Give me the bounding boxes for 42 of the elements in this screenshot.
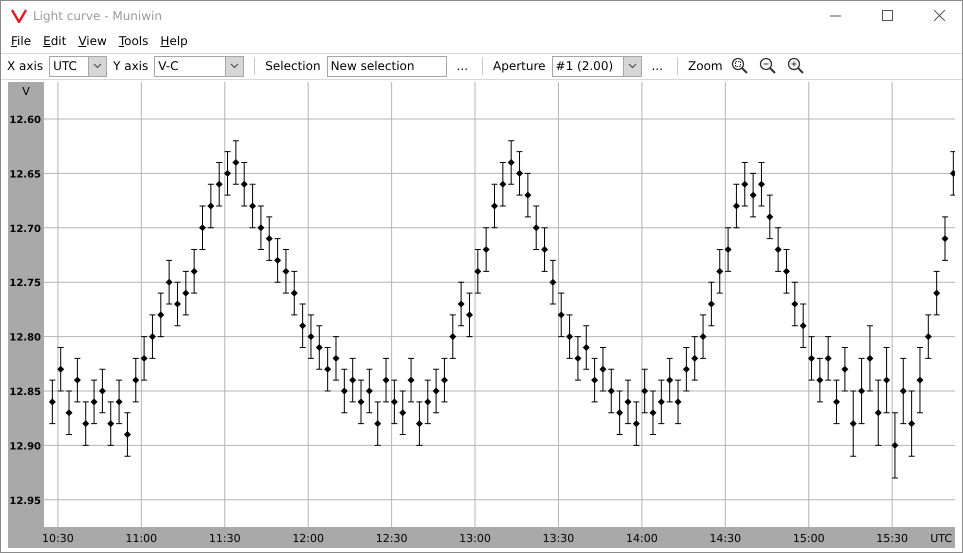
y-tick-label: 12.70 [9, 224, 41, 235]
aperture-label: Aperture [493, 59, 546, 74]
close-icon [934, 10, 944, 21]
x-tick-label: 13:00 [459, 532, 491, 545]
x-tick-label: 15:00 [792, 532, 825, 545]
x-tick-label: 15:30 [876, 532, 908, 545]
x-tick-label: 12:00 [292, 532, 324, 545]
zoom-label: Zoom [688, 59, 723, 74]
x-axis-label: X axis [7, 59, 44, 74]
x-tick-label: 10:30 [42, 532, 74, 545]
y-tick-label: 12.80 [9, 332, 41, 344]
selection-label: Selection [265, 59, 321, 74]
aperture-more-button[interactable]: ... [648, 59, 667, 74]
y-axis-title: V [22, 85, 30, 98]
y-tick-label: 12.75 [9, 278, 41, 290]
maximize-icon [882, 10, 892, 21]
y-tick-label: 12.65 [9, 169, 41, 180]
x-tick-label: 14:00 [626, 532, 658, 545]
app-logo-icon [11, 8, 27, 22]
menu-item[interactable]: Edit [37, 34, 72, 48]
y-axis-dropdown[interactable]: V-C [154, 56, 244, 77]
aperture-dropdown[interactable]: #1 (2.00) [552, 56, 642, 77]
x-tick-label: 12:30 [376, 532, 408, 545]
y-tick-label: 12.95 [9, 496, 41, 507]
selection-more-button[interactable]: ... [452, 59, 472, 74]
x-tick-label: 11:00 [125, 532, 158, 545]
x-tick-label: 11:30 [208, 532, 241, 545]
y-tick-label: 12.90 [9, 441, 41, 452]
menu-item[interactable]: Help [154, 34, 194, 48]
minimize-icon [830, 14, 840, 16]
x-tick-label: 14:30 [709, 532, 742, 545]
window-title: Light curve - Muniwin [33, 8, 163, 22]
menu-item[interactable]: Tools [112, 34, 154, 48]
y-tick-label: 12.85 [9, 387, 41, 398]
menu-item[interactable]: View [72, 34, 113, 48]
x-tick-label: 13:30 [542, 532, 574, 545]
y-axis-label: Y axis [113, 59, 148, 74]
y-tick-label: 12.60 [9, 115, 41, 126]
x-axis-dropdown[interactable]: UTC [49, 56, 108, 77]
menu-item[interactable]: File [5, 34, 38, 48]
x-axis-title: UTC [930, 532, 952, 545]
selection-field[interactable]: New selection [326, 56, 447, 77]
